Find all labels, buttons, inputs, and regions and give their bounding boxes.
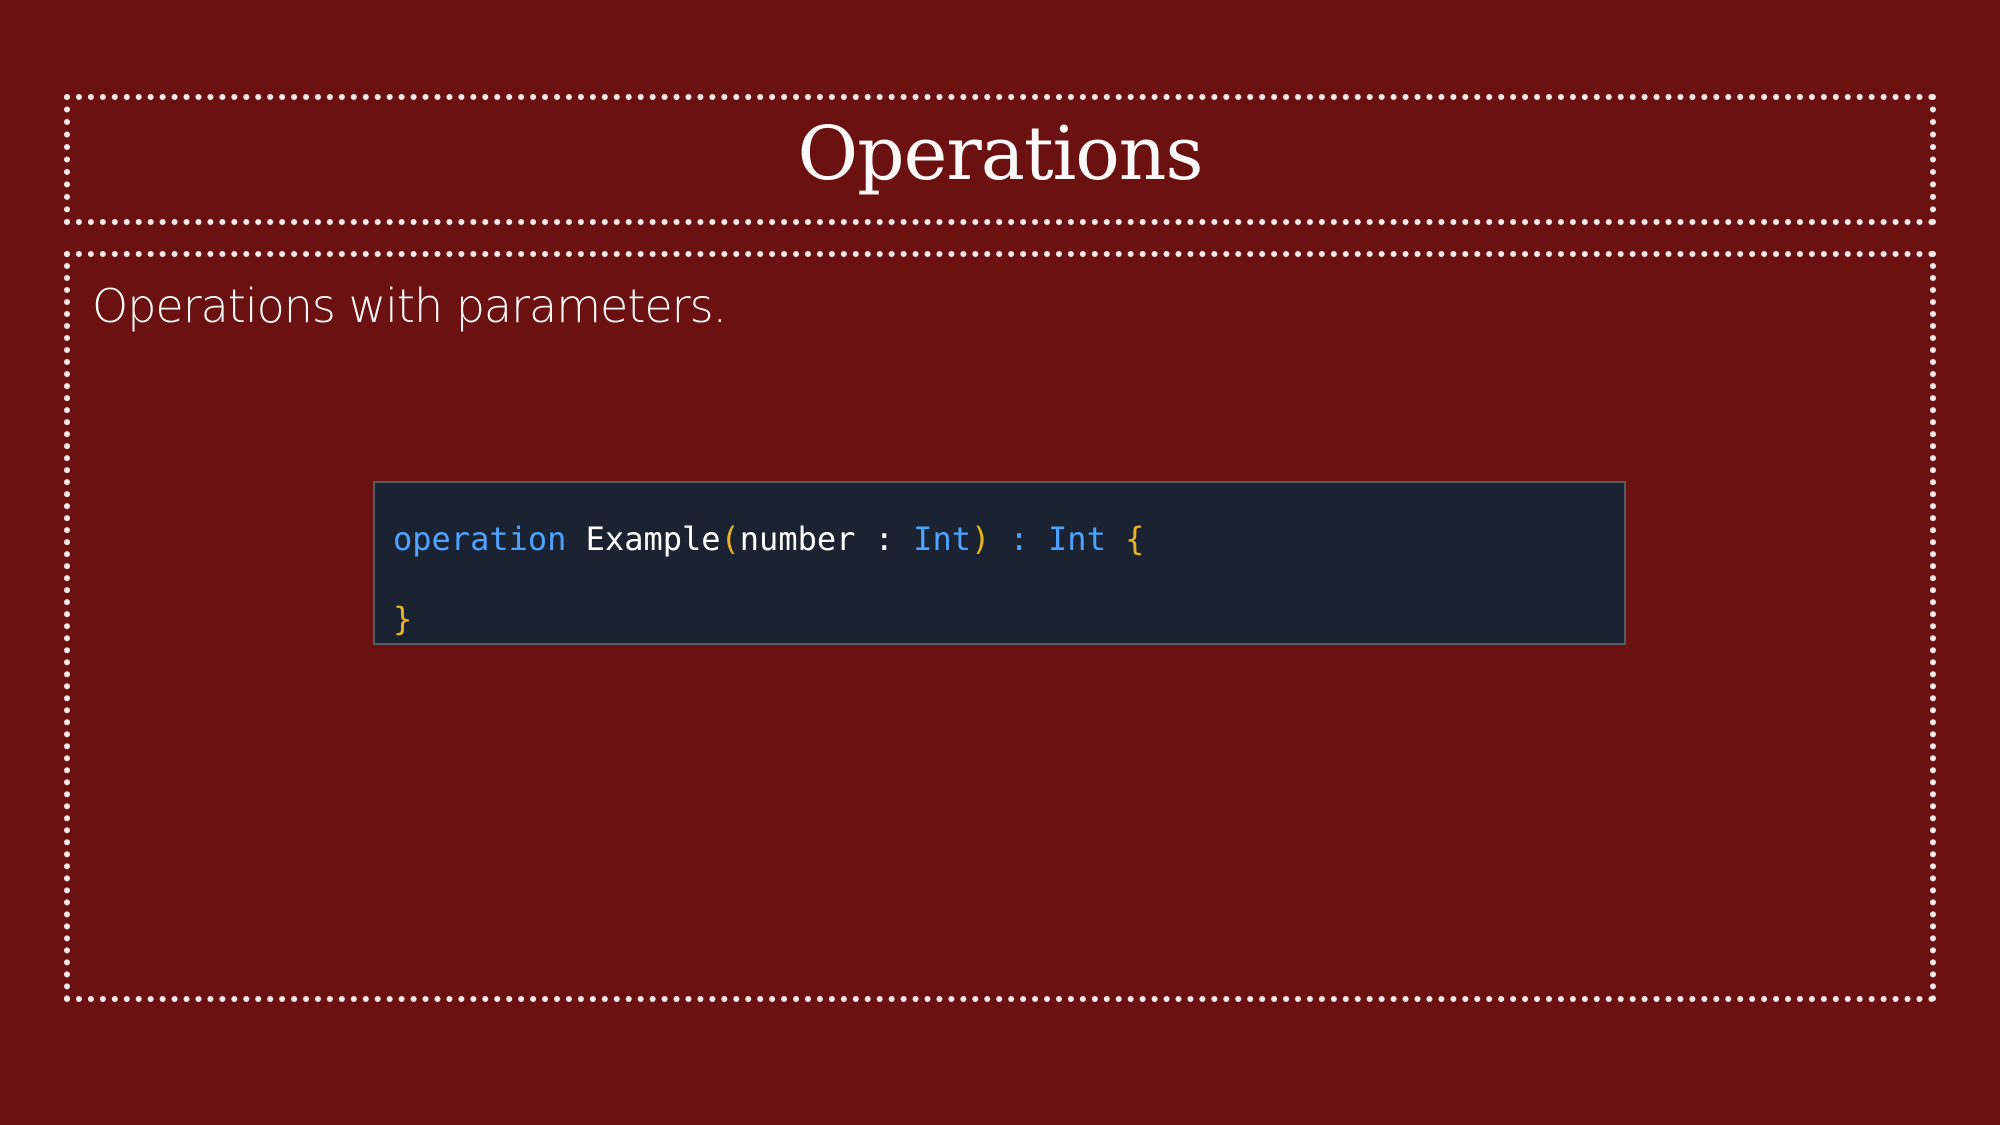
code-operation-name: Example [585,520,721,558]
code-return-type: Int [1048,520,1106,558]
code-colon: : [855,520,914,558]
code-close-paren: ) [970,520,991,558]
code-line-2: } [393,579,1606,659]
code-open-brace: { [1125,520,1145,558]
title-frame: Operations [64,94,1936,225]
code-open-paren: ( [720,520,740,558]
code-keyword: operation [393,520,567,558]
code-line-1: operation Example(number : Int) : Int { [393,499,1606,579]
slide-title: Operations [797,111,1204,197]
code-parameter-name: number [739,520,856,558]
slide-subtitle: Operations with parameters. [92,279,727,333]
code-close-brace: } [393,600,413,638]
code-return-colon: : [990,520,1049,558]
code-parameter-type: Int [913,520,971,558]
code-block: operation Example(number : Int) : Int { … [373,481,1626,645]
